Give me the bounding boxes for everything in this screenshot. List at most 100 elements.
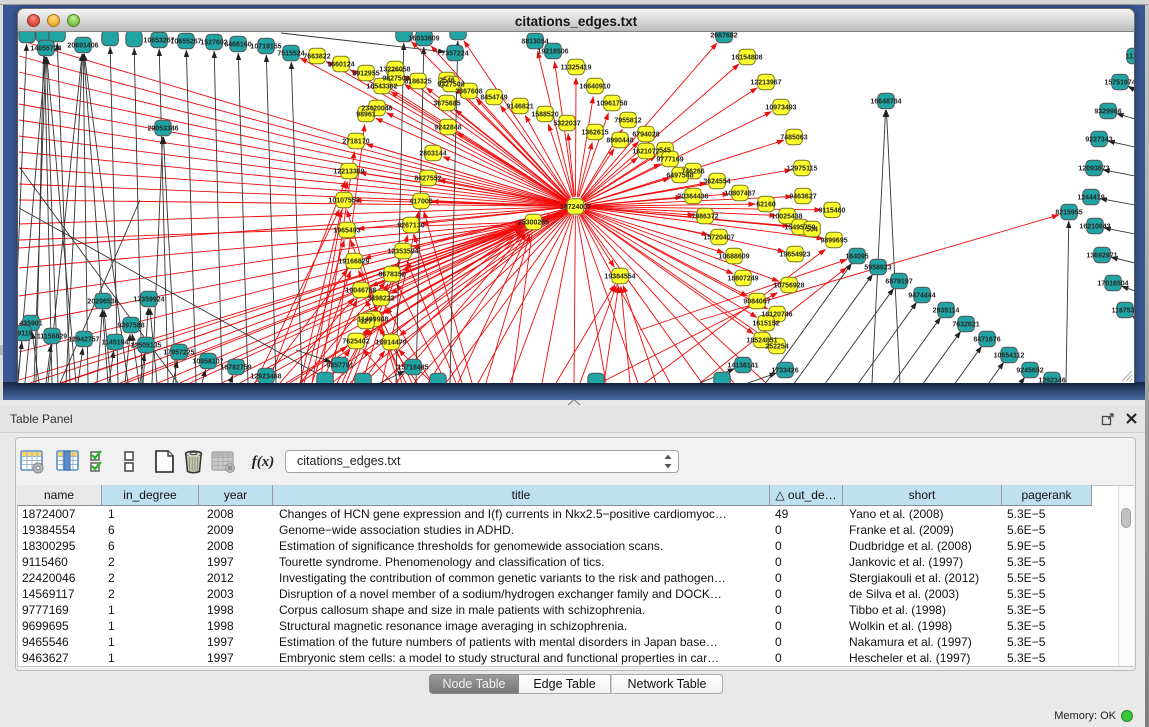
svg-text:12975115: 12975115	[787, 165, 818, 172]
svg-text:9227343: 9227343	[1085, 136, 1112, 143]
svg-text:15720407: 15720407	[703, 234, 734, 241]
svg-text:9899695: 9899695	[820, 237, 847, 244]
svg-text:1362615: 1362615	[581, 129, 608, 136]
svg-text:3498222: 3498222	[367, 295, 394, 302]
svg-text:16033809: 16033809	[408, 35, 439, 42]
svg-text:11172: 11172	[1126, 53, 1134, 60]
svg-text:9115460: 9115460	[819, 207, 846, 214]
svg-text:2367608: 2367608	[455, 88, 482, 95]
svg-text:9397588: 9397588	[117, 322, 144, 329]
svg-text:10719155: 10719155	[250, 43, 281, 50]
svg-text:3675685: 3675685	[433, 100, 460, 107]
svg-text:7955812: 7955812	[614, 117, 641, 124]
svg-text:1244419: 1244419	[1077, 194, 1104, 201]
svg-text:16154808: 16154808	[731, 54, 762, 61]
svg-text:8678352: 8678352	[378, 271, 405, 278]
svg-text:164095: 164095	[845, 253, 868, 260]
svg-text:435901: 435901	[19, 320, 42, 327]
svg-text:1145194: 1145194	[102, 339, 129, 346]
svg-text:8215955: 8215955	[1055, 209, 1082, 216]
svg-text:1621072: 1621072	[632, 148, 659, 155]
svg-text:8186325: 8186325	[404, 78, 431, 85]
svg-text:6879197: 6879197	[885, 278, 912, 285]
svg-text:10958107: 10958107	[192, 358, 223, 365]
svg-text:8990448: 8990448	[606, 137, 633, 144]
svg-text:7625402: 7625402	[342, 338, 369, 345]
svg-text:12942757: 12942757	[68, 336, 99, 343]
svg-text:18807249: 18807249	[727, 275, 758, 282]
svg-text:16782759: 16782759	[220, 364, 251, 371]
svg-text:127: 127	[360, 318, 372, 325]
svg-text:1733426: 1733426	[771, 367, 798, 374]
svg-text:12505135: 12505135	[130, 342, 161, 349]
svg-text:16648784: 16648784	[870, 98, 901, 105]
svg-text:19046786: 19046786	[345, 287, 376, 294]
svg-text:10655267: 10655267	[170, 38, 201, 45]
svg-text:3624554: 3624554	[703, 178, 730, 185]
svg-text:6497568: 6497568	[666, 172, 693, 179]
svg-text:19654923: 19654923	[779, 251, 810, 258]
svg-text:11325419: 11325419	[561, 64, 592, 71]
svg-text:9146821: 9146821	[506, 103, 533, 110]
svg-text:12213369: 12213369	[333, 168, 364, 175]
svg-text:5322037: 5322037	[553, 120, 580, 127]
svg-text:10973493: 10973493	[765, 104, 796, 111]
svg-text:20691406: 20691406	[67, 42, 98, 49]
svg-text:1167533: 1167533	[1112, 307, 1134, 314]
svg-text:39119: 39119	[18, 330, 33, 337]
svg-text:17016504: 17016504	[1097, 280, 1128, 287]
svg-text:25300285: 25300285	[518, 219, 549, 226]
svg-text:504: 504	[806, 226, 818, 233]
svg-text:17359924: 17359924	[133, 296, 164, 303]
svg-text:8813054: 8813054	[521, 38, 548, 45]
svg-text:7632621: 7632621	[952, 321, 979, 328]
svg-text:10025438: 10025438	[771, 213, 802, 220]
svg-text:1292346: 1292346	[1038, 377, 1065, 383]
svg-text:19166829: 19166829	[338, 258, 369, 265]
svg-text:9084067: 9084067	[743, 298, 770, 305]
svg-text:9777169: 9777169	[656, 156, 683, 163]
svg-text:14136141: 14136141	[727, 362, 758, 369]
svg-text:9329966: 9329966	[1094, 108, 1121, 115]
svg-text:16543362: 16543362	[366, 83, 397, 90]
svg-text:16640910: 16640910	[579, 83, 610, 90]
svg-text:10756928: 10756928	[773, 282, 804, 289]
svg-text:9242848: 9242848	[434, 124, 461, 131]
svg-text:8267130: 8267130	[397, 222, 424, 229]
svg-text:10961758: 10961758	[596, 100, 627, 107]
svg-text:545: 545	[659, 147, 671, 154]
svg-text:2087682: 2087682	[710, 32, 737, 39]
svg-text:18724007: 18724007	[560, 204, 591, 211]
svg-text:8912955: 8912955	[352, 70, 379, 77]
svg-text:19218506: 19218506	[537, 48, 568, 55]
svg-text:9327508: 9327508	[437, 81, 464, 88]
svg-text:12353594: 12353594	[387, 248, 418, 255]
svg-text:8454749: 8454749	[480, 94, 507, 101]
svg-text:10807487: 10807487	[724, 190, 755, 197]
svg-text:9245652: 9245652	[1016, 367, 1043, 374]
svg-text:14055724: 14055724	[30, 45, 61, 52]
svg-text:15718485: 15718485	[397, 364, 428, 371]
svg-text:9474444: 9474444	[908, 292, 935, 299]
svg-text:16120746: 16120746	[761, 311, 792, 318]
svg-text:7663822: 7663822	[303, 53, 330, 60]
svg-text:19384554: 19384554	[604, 273, 635, 280]
svg-text:10107553: 10107553	[328, 197, 359, 204]
svg-text:29053346: 29053346	[147, 125, 178, 132]
svg-text:6794028: 6794028	[632, 131, 659, 138]
svg-text:2718170: 2718170	[342, 138, 369, 145]
svg-text:16210643: 16210643	[1079, 223, 1110, 230]
svg-text:16914479: 16914479	[375, 339, 406, 346]
svg-text:17957225: 17957225	[163, 349, 194, 356]
svg-text:62160: 62160	[756, 201, 776, 208]
svg-text:12093873: 12093873	[1078, 165, 1109, 172]
svg-text:9857791: 9857791	[326, 362, 353, 369]
svg-text:7986372: 7986372	[691, 213, 718, 220]
svg-text:9463627: 9463627	[789, 193, 816, 200]
svg-text:6466160: 6466160	[224, 41, 251, 48]
svg-text:11156829: 11156829	[37, 333, 67, 340]
svg-text:20364436: 20364436	[677, 193, 708, 200]
svg-text:8427552: 8427552	[414, 175, 441, 182]
svg-text:7515524: 7515524	[277, 50, 304, 57]
svg-text:20206536: 20206536	[87, 298, 118, 305]
